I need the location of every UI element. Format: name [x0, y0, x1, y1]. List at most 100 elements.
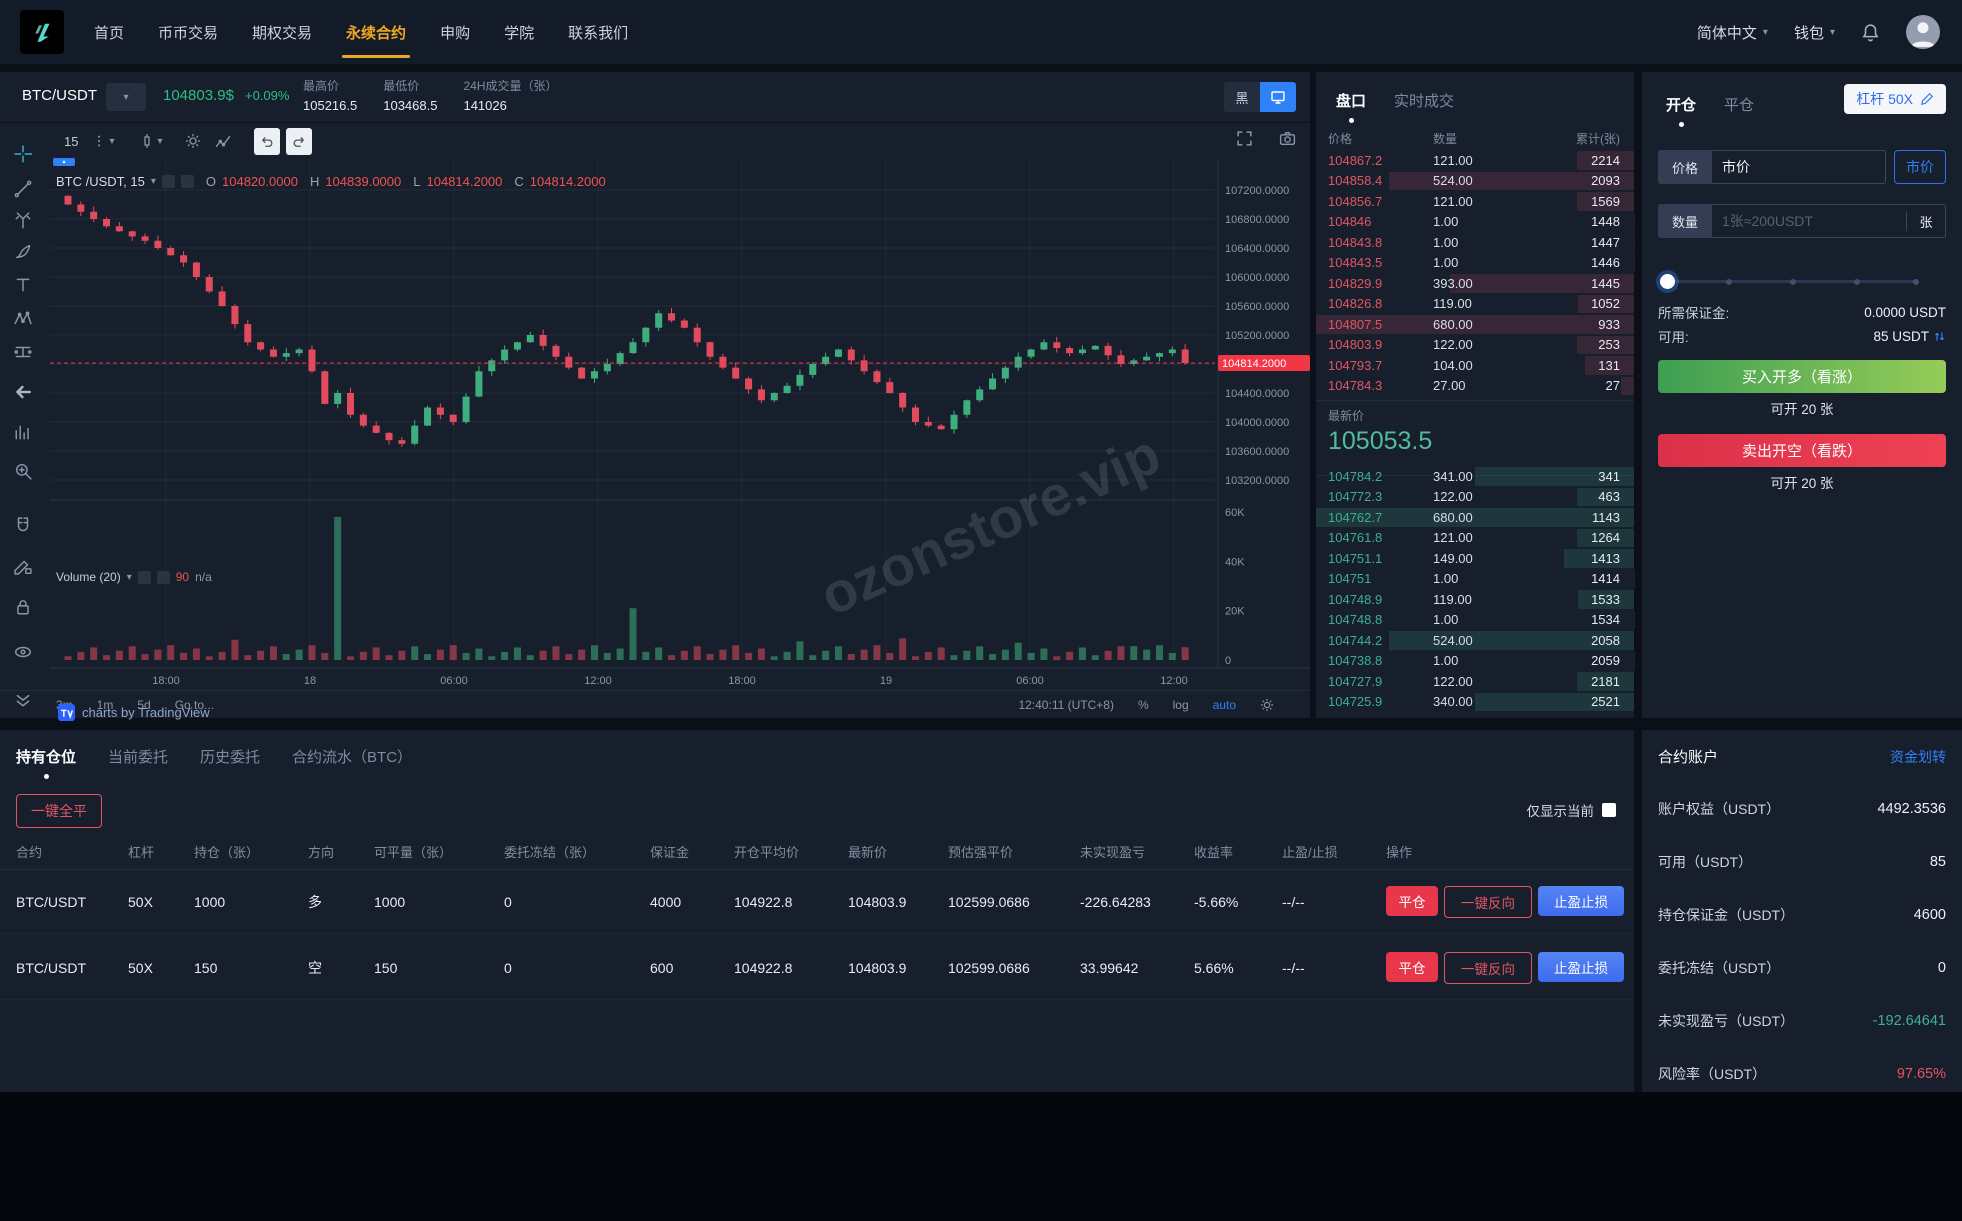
- notification-bell-icon[interactable]: [1861, 23, 1880, 42]
- nav-item-学院[interactable]: 学院: [504, 0, 534, 64]
- percent-scale-button[interactable]: %: [1138, 698, 1149, 712]
- reverse-position-button[interactable]: 一键反向: [1444, 952, 1532, 984]
- language-selector[interactable]: 简体中文 ▾: [1697, 22, 1768, 43]
- legend-eye-icon[interactable]: [162, 175, 175, 188]
- ask-row[interactable]: 104793.7104.00131: [1316, 355, 1634, 376]
- bottom-settings-button[interactable]: [1260, 698, 1274, 712]
- tab-持有仓位[interactable]: 持有仓位: [16, 746, 76, 767]
- wallet-menu[interactable]: 钱包 ▾: [1794, 22, 1835, 43]
- trend-line-icon[interactable]: [14, 180, 32, 198]
- sell-short-button[interactable]: 卖出开空（看跌）: [1658, 434, 1946, 467]
- bid-row[interactable]: 104744.2524.002058: [1316, 630, 1634, 651]
- interval-menu-button[interactable]: ▾: [92, 134, 114, 148]
- candlestick-chart[interactable]: 107200.0000106800.0000106400.0000106000.…: [50, 160, 1310, 690]
- ask-row[interactable]: 104843.81.001447: [1316, 232, 1634, 253]
- ask-row[interactable]: 104829.9393.001445: [1316, 273, 1634, 294]
- ask-row[interactable]: 104843.51.001446: [1316, 253, 1634, 274]
- quantity-slider[interactable]: [1662, 274, 1918, 288]
- quantity-input[interactable]: [1712, 213, 1906, 229]
- volume-label[interactable]: Volume (20): [56, 570, 121, 584]
- eye-icon[interactable]: [14, 643, 32, 661]
- xabcd-pattern-icon[interactable]: [14, 310, 32, 328]
- volume-eye-icon[interactable]: [138, 571, 151, 584]
- tab-合约流水（BTC）[interactable]: 合约流水（BTC）: [292, 746, 412, 767]
- user-avatar[interactable]: [1906, 15, 1940, 49]
- bar-pattern-icon[interactable]: [14, 423, 32, 441]
- leverage-button[interactable]: 杠杆 50X: [1844, 84, 1946, 114]
- reverse-position-button[interactable]: 一键反向: [1444, 886, 1532, 918]
- price-input[interactable]: [1712, 159, 1885, 175]
- magnet-icon[interactable]: [14, 517, 32, 535]
- ask-row[interactable]: 104803.9122.00253: [1316, 335, 1634, 356]
- bid-row[interactable]: 104762.7680.001143: [1316, 507, 1634, 528]
- ask-row[interactable]: 104867.2121.002214: [1316, 150, 1634, 171]
- lock-icon[interactable]: [14, 598, 32, 616]
- legend-settings-icon[interactable]: [181, 175, 194, 188]
- ask-row[interactable]: 104856.7121.001569: [1316, 191, 1634, 212]
- indicators-button[interactable]: [215, 133, 232, 150]
- crosshair-icon[interactable]: [14, 145, 32, 163]
- fullscreen-button[interactable]: [1236, 130, 1253, 147]
- bid-row[interactable]: 104751.1149.001413: [1316, 548, 1634, 569]
- slider-knob[interactable]: [1660, 274, 1675, 289]
- arrow-back-icon[interactable]: [14, 383, 32, 401]
- ask-row[interactable]: 104784.327.0027: [1316, 376, 1634, 397]
- pitchfork-icon[interactable]: [14, 212, 32, 230]
- ask-row[interactable]: 104826.8119.001052: [1316, 294, 1634, 315]
- volume-close-icon[interactable]: [157, 571, 170, 584]
- chart-settings-button[interactable]: [185, 133, 201, 149]
- ask-row[interactable]: 104807.5680.00933: [1316, 314, 1634, 335]
- nav-item-首页[interactable]: 首页: [94, 0, 124, 64]
- ask-row[interactable]: 104858.4524.002093: [1316, 171, 1634, 192]
- tpsl-button[interactable]: 止盈止损: [1538, 952, 1624, 982]
- brand-logo[interactable]: [20, 10, 64, 54]
- log-scale-button[interactable]: log: [1173, 698, 1189, 712]
- bid-row[interactable]: 104784.2341.00341: [1316, 466, 1634, 487]
- bid-row[interactable]: 104748.9119.001533: [1316, 589, 1634, 610]
- auto-scale-button[interactable]: auto: [1213, 698, 1236, 712]
- close-position-button[interactable]: 平仓: [1386, 886, 1438, 916]
- nav-item-币币交易[interactable]: 币币交易: [158, 0, 218, 64]
- bid-row[interactable]: 104761.8121.001264: [1316, 528, 1634, 549]
- tpsl-button[interactable]: 止盈止损: [1538, 886, 1624, 916]
- fund-transfer-link[interactable]: 资金划转: [1890, 747, 1946, 767]
- undo-button[interactable]: [254, 128, 280, 155]
- theme-dark-button[interactable]: 黑: [1224, 82, 1260, 112]
- long-position-icon[interactable]: [14, 343, 32, 361]
- tab-开仓[interactable]: 开仓: [1666, 94, 1696, 115]
- bid-row[interactable]: 104727.9122.002181: [1316, 671, 1634, 692]
- chart-style-button[interactable]: ▾: [139, 133, 163, 149]
- bid-row[interactable]: 104738.81.002059: [1316, 651, 1634, 672]
- ask-row[interactable]: 1048461.001448: [1316, 212, 1634, 233]
- draw-lock-icon[interactable]: [14, 557, 32, 575]
- bid-row[interactable]: 104772.3122.00463: [1316, 487, 1634, 508]
- tradingview-attribution[interactable]: charts by TradingView: [58, 704, 210, 721]
- pair-selector[interactable]: ▾: [106, 83, 146, 111]
- tab-当前委托[interactable]: 当前委托: [108, 746, 168, 767]
- tab-历史委托[interactable]: 历史委托: [200, 746, 260, 767]
- bid-row[interactable]: 1047511.001414: [1316, 569, 1634, 590]
- market-price-button[interactable]: 市价: [1894, 150, 1946, 184]
- tab-实时成交[interactable]: 实时成交: [1394, 90, 1454, 111]
- brush-icon[interactable]: [14, 243, 32, 261]
- clock-label[interactable]: 12:40:11 (UTC+8): [1018, 698, 1114, 712]
- redo-button[interactable]: [286, 128, 312, 155]
- close-position-button[interactable]: 平仓: [1386, 952, 1438, 982]
- close-all-button[interactable]: 一键全平: [16, 794, 102, 828]
- interval-button[interactable]: 15: [64, 134, 78, 149]
- text-icon[interactable]: [14, 276, 32, 294]
- nav-item-联系我们[interactable]: 联系我们: [568, 0, 628, 64]
- bid-row[interactable]: 104725.9340.002521: [1316, 692, 1634, 713]
- tab-平仓[interactable]: 平仓: [1724, 94, 1754, 115]
- transfer-swap-icon[interactable]: [1933, 330, 1946, 343]
- snapshot-button[interactable]: [1279, 130, 1296, 147]
- zoom-in-icon[interactable]: [14, 462, 32, 480]
- nav-item-期权交易[interactable]: 期权交易: [252, 0, 312, 64]
- theme-light-button[interactable]: [1260, 82, 1296, 112]
- buy-long-button[interactable]: 买入开多（看涨）: [1658, 360, 1946, 393]
- nav-item-申购[interactable]: 申购: [440, 0, 470, 64]
- only-current-checkbox[interactable]: [1602, 803, 1616, 817]
- nav-item-永续合约[interactable]: 永续合约: [346, 0, 406, 64]
- bid-row[interactable]: 104748.81.001534: [1316, 610, 1634, 631]
- collapse-icon[interactable]: [14, 690, 32, 708]
